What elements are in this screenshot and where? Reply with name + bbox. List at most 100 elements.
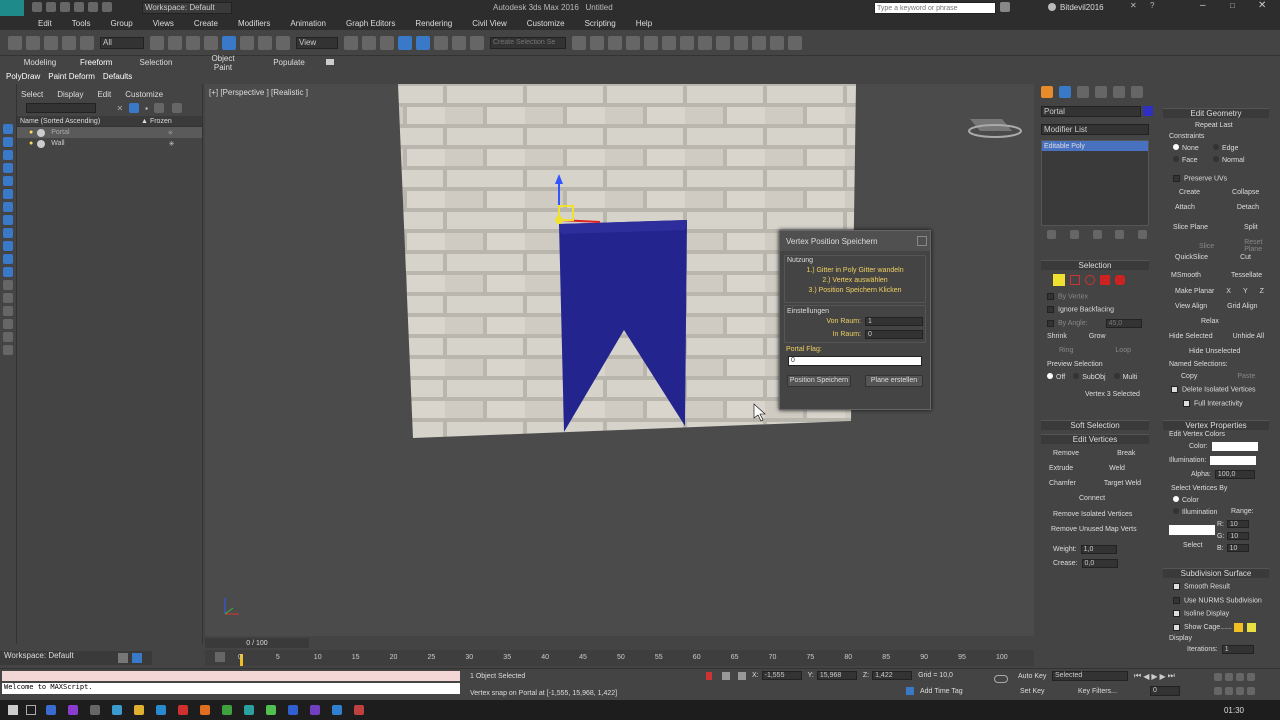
- menu-views[interactable]: Views: [153, 19, 174, 28]
- time-slider[interactable]: 0 / 100: [205, 638, 309, 648]
- show-cage-checkbox[interactable]: [1173, 624, 1180, 631]
- bulb-icon[interactable]: ●: [29, 140, 33, 147]
- preview-subobj-radio[interactable]: [1073, 373, 1080, 379]
- curve-editor-mini-icon[interactable]: [215, 652, 225, 662]
- ribbon-tab-selection[interactable]: Selection: [110, 58, 202, 67]
- frozen-toggle-icon[interactable]: ✳: [169, 140, 175, 148]
- vertex-mode-icon[interactable]: [1053, 274, 1065, 286]
- loop-button[interactable]: Loop: [1115, 347, 1131, 354]
- pivot-center-icon[interactable]: [344, 35, 358, 50]
- configure-sets-icon[interactable]: [1138, 230, 1147, 239]
- taskbar-app-icon[interactable]: [178, 705, 188, 715]
- filter-icon[interactable]: [3, 319, 13, 329]
- grid-align-button[interactable]: Grid Align: [1227, 303, 1257, 310]
- edge-browser-icon[interactable]: [156, 705, 166, 715]
- scene-menu-display[interactable]: Display: [57, 90, 83, 99]
- taskbar-app-icon[interactable]: [90, 705, 100, 715]
- x-coord-field[interactable]: -1,555: [761, 671, 802, 680]
- weld-button[interactable]: Weld: [1109, 465, 1125, 472]
- select-object-icon[interactable]: [150, 35, 164, 50]
- prev-frame-icon[interactable]: ◀: [1143, 672, 1149, 681]
- maxscript-listener[interactable]: Welcome to MAXScript.: [2, 683, 460, 694]
- isoline-display-checkbox[interactable]: [1173, 610, 1180, 617]
- time-tag-icon[interactable]: [906, 687, 914, 695]
- windows-start-icon[interactable]: [8, 705, 18, 715]
- rendered-frame-icon[interactable]: [716, 35, 730, 50]
- add-time-tag-button[interactable]: Add Time Tag: [920, 688, 963, 695]
- display-tab-icon[interactable]: [1113, 86, 1125, 98]
- file-explorer-icon[interactable]: [134, 705, 144, 715]
- selection-rollout-header[interactable]: Selection: [1041, 260, 1149, 270]
- z-coord-field[interactable]: 1,422: [872, 671, 913, 680]
- repeat-last-button[interactable]: Repeat Last: [1195, 122, 1233, 129]
- range-g-spinner[interactable]: 10: [1227, 532, 1250, 540]
- menu-tools[interactable]: Tools: [72, 19, 91, 28]
- visual-studio-icon[interactable]: [310, 705, 320, 715]
- scene-row-wall[interactable]: ● Wall ✳: [17, 138, 202, 149]
- display-helpers-icon[interactable]: [3, 176, 13, 186]
- firefox-icon[interactable]: [200, 705, 210, 715]
- menu-customize[interactable]: Customize: [527, 19, 565, 28]
- constraint-face-radio[interactable]: [1173, 156, 1179, 162]
- save-file-icon[interactable]: [60, 2, 70, 12]
- modify-tab-icon[interactable]: [1059, 86, 1071, 98]
- goto-start-icon[interactable]: ⏮: [1134, 671, 1141, 681]
- isolate-icon[interactable]: [706, 672, 712, 680]
- render-production-icon[interactable]: [734, 35, 748, 50]
- cut-button[interactable]: Cut: [1240, 254, 1251, 261]
- viewport-perspective[interactable]: [+] [Perspective ] [Realistic ] Vertex P…: [205, 84, 1034, 636]
- taskbar-app-icon[interactable]: [46, 705, 56, 715]
- taskbar-app-icon[interactable]: [332, 705, 342, 715]
- quickslice-button[interactable]: QuickSlice: [1175, 254, 1208, 261]
- ribbon-options-icon[interactable]: [326, 59, 334, 65]
- menu-help[interactable]: Help: [636, 19, 652, 28]
- paste-button[interactable]: Paste: [1237, 373, 1255, 380]
- scene-menu-select[interactable]: Select: [21, 90, 43, 99]
- show-end-result-icon[interactable]: [1069, 230, 1079, 239]
- menu-graph-editors[interactable]: Graph Editors: [346, 19, 395, 28]
- menu-scripting[interactable]: Scripting: [585, 19, 616, 28]
- ribbon-subtab-polydraw[interactable]: PolyDraw: [6, 72, 40, 81]
- key-mode-icon[interactable]: [994, 675, 1008, 683]
- schematic-view-icon[interactable]: [662, 35, 676, 50]
- remove-modifier-icon[interactable]: [1115, 230, 1125, 239]
- display-frozen-icon[interactable]: [3, 254, 13, 264]
- ribbon-tab-populate[interactable]: Populate: [244, 58, 334, 67]
- taskbar-app-icon[interactable]: [68, 705, 78, 715]
- next-frame-icon[interactable]: ▶: [1160, 672, 1166, 681]
- chrome-icon[interactable]: [222, 705, 232, 715]
- menu-edit[interactable]: Edit: [38, 19, 52, 28]
- zoom-all-icon[interactable]: [1225, 673, 1233, 681]
- collapse-button[interactable]: Collapse: [1232, 189, 1259, 196]
- ring-button[interactable]: Ring: [1059, 347, 1073, 354]
- planar-y-button[interactable]: Y: [1243, 288, 1248, 295]
- create-tab-icon[interactable]: [1041, 86, 1053, 98]
- play-icon[interactable]: ▶: [1151, 672, 1157, 681]
- window-crossing-icon[interactable]: [204, 35, 218, 50]
- preview-off-radio[interactable]: [1047, 373, 1053, 379]
- full-interactivity-checkbox[interactable]: [1183, 400, 1190, 407]
- shrink-button[interactable]: Shrink: [1047, 333, 1067, 340]
- detach-button[interactable]: Detach: [1237, 204, 1259, 211]
- cage-selection-color-swatch[interactable]: [1246, 623, 1256, 632]
- split-checkbox[interactable]: Split: [1244, 224, 1258, 231]
- angle-snap-icon[interactable]: [416, 35, 430, 50]
- menu-modifiers[interactable]: Modifiers: [238, 19, 270, 28]
- frozen-toggle-icon[interactable]: ✳: [168, 129, 174, 137]
- curve-editor-icon[interactable]: [644, 35, 658, 50]
- hide-unselected-button[interactable]: Hide Unselected: [1189, 348, 1240, 355]
- ref-coord-dropdown[interactable]: View: [296, 36, 338, 49]
- select-by-color-radio[interactable]: [1173, 496, 1179, 502]
- redo-icon[interactable]: [26, 35, 40, 50]
- ribbon-tab-freeform[interactable]: Freeform: [80, 58, 112, 67]
- manipulate-icon[interactable]: [362, 35, 376, 50]
- slice-plane-button[interactable]: Slice Plane: [1173, 224, 1208, 231]
- preserve-uvs-checkbox[interactable]: [1173, 175, 1180, 182]
- select-rotate-icon[interactable]: [240, 35, 254, 50]
- menu-rendering[interactable]: Rendering: [415, 19, 452, 28]
- layer-icon[interactable]: [118, 653, 128, 663]
- msmooth-button[interactable]: MSmooth: [1171, 272, 1201, 279]
- chamfer-button[interactable]: Chamfer: [1049, 480, 1076, 487]
- zoom-icon[interactable]: [1214, 673, 1222, 681]
- orbit-icon[interactable]: [1236, 687, 1244, 695]
